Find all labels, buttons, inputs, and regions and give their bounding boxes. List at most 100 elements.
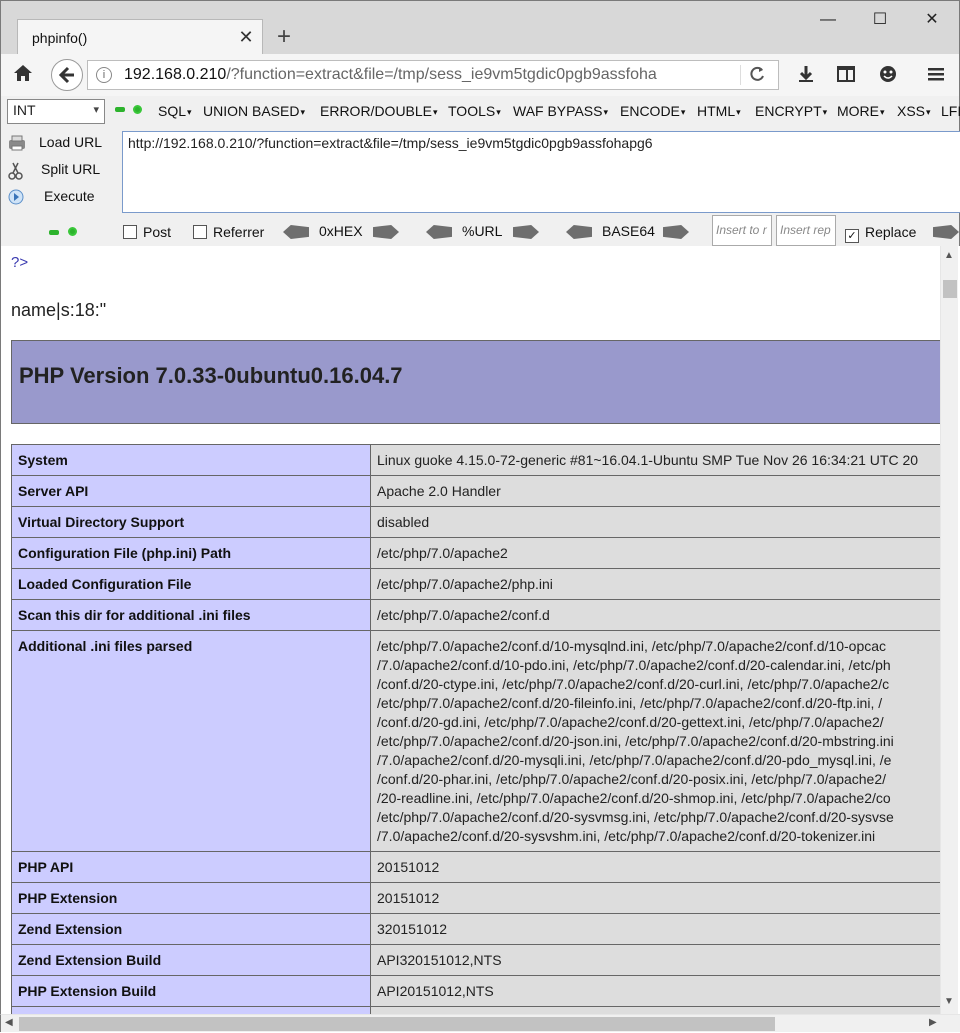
- tab-strip: phpinfo() ✕ + — ☐ ✕: [0, 0, 960, 55]
- post-checkbox-box[interactable]: [123, 225, 137, 239]
- back-button[interactable]: [51, 59, 83, 91]
- row-value-line: Linux guoke 4.15.0-72-generic #81~16.04.…: [377, 452, 919, 468]
- replace-checkbox-box[interactable]: ✓: [845, 229, 859, 243]
- menu-html[interactable]: HTML▾: [697, 103, 741, 119]
- horizontal-scroll-thumb[interactable]: [19, 1017, 775, 1031]
- menu-xss[interactable]: XSS▾: [897, 103, 931, 119]
- replace-checkbox[interactable]: ✓ Replace: [845, 224, 916, 243]
- referrer-checkbox[interactable]: Referrer: [193, 224, 264, 240]
- load-url-icon: [7, 134, 25, 152]
- maximize-button[interactable]: ☐: [865, 7, 895, 33]
- scroll-down-icon[interactable]: ▼: [944, 996, 954, 1007]
- menu-lfi-label: LFI: [941, 103, 960, 119]
- row-value: /etc/php/7.0/apache2/php.ini: [370, 568, 942, 600]
- row-value-line: /7.0/apache2/conf.d/10-pdo.ini, /etc/php…: [377, 657, 891, 673]
- menu-icon[interactable]: [925, 64, 947, 86]
- tab-close-icon[interactable]: ✕: [236, 26, 256, 48]
- menu-encrypt-label: ENCRYPT: [755, 103, 822, 119]
- menu-sql-label: SQL: [158, 103, 187, 119]
- row-value: Linux guoke 4.15.0-72-generic #81~16.04.…: [370, 444, 942, 476]
- url-host: 192.168.0.210: [124, 66, 227, 83]
- table-row: PHP API 20151012: [11, 851, 942, 883]
- execute-icon: [7, 188, 25, 206]
- base64-decode-arrow-icon[interactable]: [566, 225, 592, 239]
- row-value-line: /etc/php/7.0/apache2/conf.d/20-sysvmsg.i…: [377, 809, 894, 825]
- row-value-line: /7.0/apache2/conf.d/20-sysvshm.ini, /etc…: [377, 828, 876, 844]
- tab-phpinfo[interactable]: phpinfo() ✕: [17, 19, 263, 55]
- menu-union-based[interactable]: UNION BASED▾: [203, 103, 305, 119]
- plus-icon[interactable]: [133, 105, 142, 114]
- row-value-line: /etc/php/7.0/apache2/conf.d/20-fileinfo.…: [377, 695, 883, 711]
- url-decode-arrow-icon[interactable]: [426, 225, 452, 239]
- download-icon[interactable]: [795, 64, 817, 86]
- minimize-button[interactable]: —: [813, 7, 843, 33]
- table-row: Server API Apache 2.0 Handler: [11, 475, 942, 507]
- home-icon[interactable]: [11, 63, 35, 85]
- insert-replace-input[interactable]: Insert rep: [776, 215, 836, 246]
- replace-arrow-icon[interactable]: [933, 225, 959, 239]
- row-value: 20151012: [370, 882, 942, 914]
- reload-icon[interactable]: [748, 64, 766, 89]
- url-encode-label: %URL: [462, 223, 503, 239]
- referrer-checkbox-box[interactable]: [193, 225, 207, 239]
- row-value: 320151012: [370, 913, 942, 945]
- insert-to-input[interactable]: Insert to r: [712, 215, 772, 246]
- scissors-icon: [7, 161, 25, 180]
- url-textarea[interactable]: http://192.168.0.210/?function=extract&f…: [122, 131, 960, 213]
- vertical-scroll-thumb[interactable]: [943, 280, 957, 298]
- url-path: /?function=extract&file=/tmp/sess_ie9vm5…: [226, 66, 657, 83]
- menu-error-label: ERROR/DOUBLE: [320, 103, 433, 119]
- referrer-label: Referrer: [213, 224, 265, 240]
- row-value-line: /conf.d/20-gd.ini, /etc/php/7.0/apache2/…: [377, 714, 884, 730]
- menu-tools[interactable]: TOOLS▾: [448, 103, 501, 119]
- post-checkbox[interactable]: Post: [123, 224, 171, 240]
- type-select-value: INT: [13, 102, 36, 118]
- url-encode-arrow-icon[interactable]: [513, 225, 539, 239]
- menu-waf-label: WAF BYPASS: [513, 103, 603, 119]
- tab-title: phpinfo(): [32, 30, 88, 46]
- reader-view-icon[interactable]: [835, 64, 857, 86]
- hex-decode-arrow-icon[interactable]: [283, 225, 309, 239]
- menu-sql[interactable]: SQL▾: [158, 103, 192, 119]
- minus-icon[interactable]: [115, 107, 125, 112]
- table-row: Additional .ini files parsed/etc/php/7.0…: [11, 630, 942, 852]
- execute-label: Execute: [44, 188, 95, 204]
- menu-union-label: UNION BASED: [203, 103, 300, 119]
- menu-html-label: HTML: [697, 103, 736, 119]
- row-key: Additional .ini files parsed: [11, 630, 371, 852]
- minus-icon[interactable]: [49, 230, 59, 235]
- table-row: Configuration File (php.ini) Path/etc/ph…: [11, 537, 942, 569]
- hex-encode-arrow-icon[interactable]: [373, 225, 399, 239]
- row-key: Scan this dir for additional .ini files: [11, 599, 371, 631]
- menu-encode[interactable]: ENCODE▾: [620, 103, 685, 119]
- plus-icon[interactable]: [68, 227, 77, 236]
- menu-more[interactable]: MORE▾: [837, 103, 885, 119]
- row-value-line: /etc/php/7.0/apache2/conf.d/20-json.ini,…: [377, 733, 894, 749]
- base64-encode-arrow-icon[interactable]: [663, 225, 689, 239]
- scroll-right-icon[interactable]: ▶: [929, 1017, 937, 1028]
- url-bar[interactable]: i 192.168.0.210/?function=extract&file=/…: [87, 60, 779, 90]
- row-value: API20151012,NTS: [370, 975, 942, 1007]
- row-key: Zend Extension Build: [11, 944, 371, 976]
- horizontal-scrollbar[interactable]: ◀ ▶: [0, 1014, 960, 1032]
- chevron-down-icon: ▾: [93, 104, 99, 116]
- close-window-button[interactable]: ✕: [917, 7, 947, 33]
- new-tab-button[interactable]: +: [271, 23, 297, 51]
- scroll-up-icon[interactable]: ▲: [944, 250, 954, 261]
- menu-error-double[interactable]: ERROR/DOUBLE▾: [320, 103, 438, 119]
- menu-waf-bypass[interactable]: WAF BYPASS▾: [513, 103, 608, 119]
- row-value-line: /etc/php/7.0/apache2/php.ini: [377, 576, 553, 592]
- menu-encrypt[interactable]: ENCRYPT▾: [755, 103, 827, 119]
- php-close-tag: ?>: [11, 254, 29, 271]
- vertical-scrollbar[interactable]: ▲ ▼: [940, 246, 958, 1014]
- menu-encode-label: ENCODE: [620, 103, 680, 119]
- url-text[interactable]: 192.168.0.210/?function=extract&file=/tm…: [124, 66, 708, 84]
- type-select[interactable]: INT ▾: [7, 99, 105, 124]
- info-icon[interactable]: i: [96, 67, 112, 83]
- smiley-icon[interactable]: [877, 64, 899, 86]
- menu-more-label: MORE: [837, 103, 879, 119]
- menu-lfi[interactable]: LFI: [941, 103, 960, 119]
- row-value-line: API320151012,NTS: [377, 952, 502, 968]
- scroll-left-icon[interactable]: ◀: [5, 1017, 13, 1028]
- table-row: Zend Extension 320151012: [11, 913, 942, 945]
